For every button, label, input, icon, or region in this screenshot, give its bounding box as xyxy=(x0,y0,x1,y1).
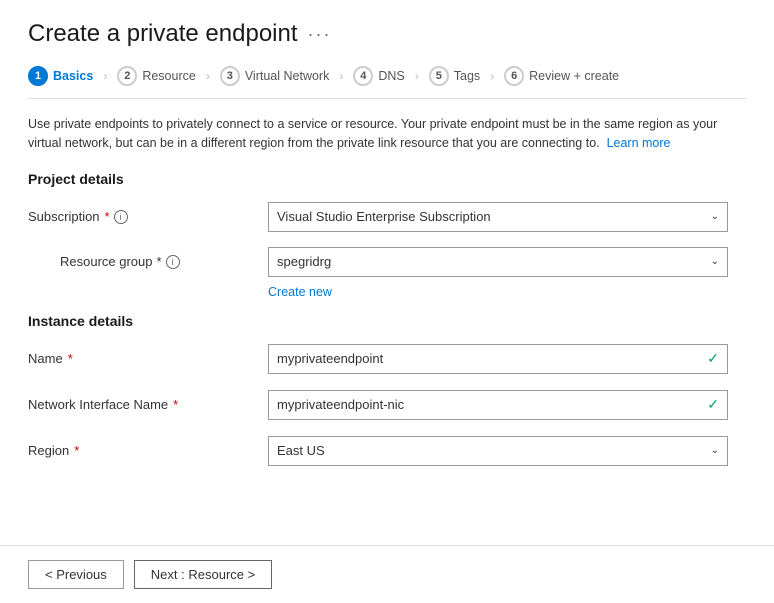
previous-button[interactable]: < Previous xyxy=(28,560,124,589)
name-value: myprivateendpoint xyxy=(277,351,383,366)
resource-group-dropdown[interactable]: spegridrg ⌄ xyxy=(268,247,728,277)
network-interface-control: myprivateendpoint-nic ✓ xyxy=(268,390,728,420)
subscription-value: Visual Studio Enterprise Subscription xyxy=(277,209,491,224)
resource-group-label: Resource group * i xyxy=(60,254,268,269)
tab-tags[interactable]: 5 Tags xyxy=(421,66,488,86)
step-label-tags: Tags xyxy=(454,69,480,83)
network-interface-input[interactable]: myprivateendpoint-nic ✓ xyxy=(268,390,728,420)
tab-review-create[interactable]: 6 Review + create xyxy=(496,66,627,86)
step-circle-review: 6 xyxy=(504,66,524,86)
page-container: Create a private endpoint ··· 1 Basics ›… xyxy=(0,0,774,603)
region-label: Region * xyxy=(28,443,268,458)
step-circle-dns: 4 xyxy=(353,66,373,86)
name-control: myprivateendpoint ✓ xyxy=(268,344,728,374)
network-interface-value: myprivateendpoint-nic xyxy=(277,397,404,412)
name-input[interactable]: myprivateendpoint ✓ xyxy=(268,344,728,374)
tab-dns[interactable]: 4 DNS xyxy=(345,66,412,86)
step-circle-vnet: 3 xyxy=(220,66,240,86)
region-control: East US ⌄ xyxy=(268,436,728,466)
name-label: Name * xyxy=(28,351,268,366)
step-sep-3: › xyxy=(337,69,345,83)
tab-basics[interactable]: 1 Basics xyxy=(28,66,101,86)
step-label-review: Review + create xyxy=(529,69,619,83)
instance-details-section: Instance details Name * myprivateendpoin… xyxy=(28,313,746,467)
region-value: East US xyxy=(277,443,325,458)
learn-more-link[interactable]: Learn more xyxy=(607,136,671,150)
subscription-row: Subscription * i Visual Studio Enterpris… xyxy=(28,201,746,233)
instance-details-title: Instance details xyxy=(28,313,746,329)
resource-group-required: * xyxy=(157,254,162,269)
tab-resource[interactable]: 2 Resource xyxy=(109,66,204,86)
name-check-icon: ✓ xyxy=(707,350,719,367)
step-circle-tags: 5 xyxy=(429,66,449,86)
description-text: Use private endpoints to privately conne… xyxy=(28,115,746,153)
step-label-basics: Basics xyxy=(53,69,93,83)
subscription-dropdown[interactable]: Visual Studio Enterprise Subscription ⌄ xyxy=(268,202,728,232)
region-row: Region * East US ⌄ xyxy=(28,435,746,467)
subscription-control: Visual Studio Enterprise Subscription ⌄ xyxy=(268,202,728,232)
page-title-row: Create a private endpoint ··· xyxy=(28,20,746,48)
network-interface-check-icon: ✓ xyxy=(707,396,719,413)
subscription-info-icon[interactable]: i xyxy=(114,210,128,224)
region-required: * xyxy=(74,443,79,458)
create-new-link[interactable]: Create new xyxy=(268,285,332,299)
step-circle-basics: 1 xyxy=(28,66,48,86)
step-sep-2: › xyxy=(204,69,212,83)
step-label-dns: DNS xyxy=(378,69,404,83)
step-circle-resource: 2 xyxy=(117,66,137,86)
name-row: Name * myprivateendpoint ✓ xyxy=(28,343,746,375)
region-dropdown[interactable]: East US ⌄ xyxy=(268,436,728,466)
step-label-vnet: Virtual Network xyxy=(245,69,330,83)
region-arrow-icon: ⌄ xyxy=(711,445,719,456)
project-details-title: Project details xyxy=(28,171,746,187)
resource-group-info-icon[interactable]: i xyxy=(166,255,180,269)
network-interface-row: Network Interface Name * myprivateendpoi… xyxy=(28,389,746,421)
network-interface-required: * xyxy=(173,397,178,412)
network-interface-label: Network Interface Name * xyxy=(28,397,268,412)
title-ellipsis: ··· xyxy=(308,24,332,45)
page-title: Create a private endpoint xyxy=(28,20,298,48)
name-required: * xyxy=(68,351,73,366)
step-sep-1: › xyxy=(101,69,109,83)
step-sep-5: › xyxy=(488,69,496,83)
subscription-arrow-icon: ⌄ xyxy=(711,211,719,222)
resource-group-value: spegridrg xyxy=(277,254,331,269)
steps-bar: 1 Basics › 2 Resource › 3 Virtual Networ… xyxy=(28,66,746,99)
footer: < Previous Next : Resource > xyxy=(0,545,774,603)
resource-group-content: Resource group * i spegridrg ⌄ Create ne… xyxy=(60,247,746,299)
step-label-resource: Resource xyxy=(142,69,196,83)
resource-group-arrow-icon: ⌄ xyxy=(711,256,719,267)
step-sep-4: › xyxy=(413,69,421,83)
main-content: Create a private endpoint ··· 1 Basics ›… xyxy=(0,0,774,545)
resource-group-row: Resource group * i spegridrg ⌄ Create ne… xyxy=(28,247,746,299)
subscription-required: * xyxy=(105,209,110,224)
tab-virtual-network[interactable]: 3 Virtual Network xyxy=(212,66,338,86)
next-button[interactable]: Next : Resource > xyxy=(134,560,272,589)
subscription-label: Subscription * i xyxy=(28,209,268,224)
resource-group-control: spegridrg ⌄ xyxy=(268,247,728,277)
